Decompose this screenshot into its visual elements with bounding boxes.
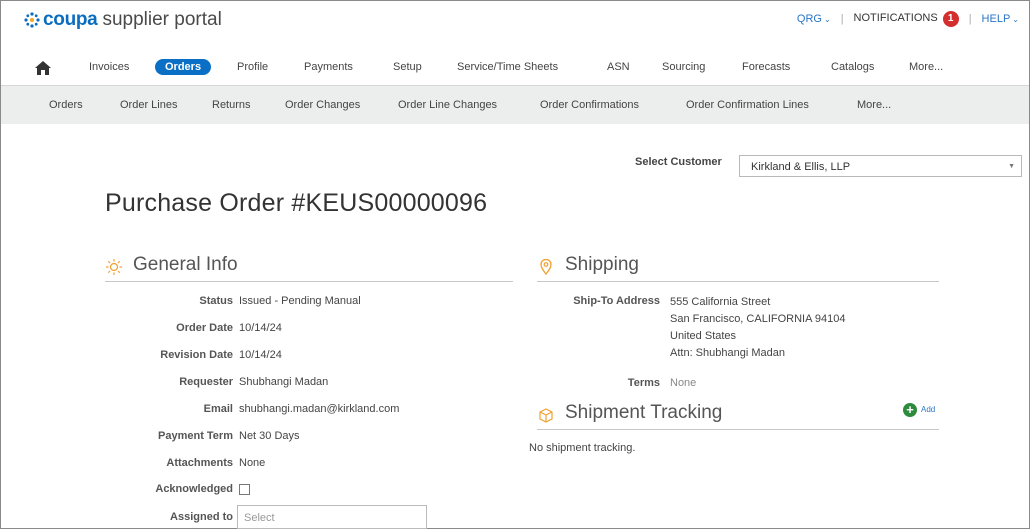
address-line: Attn: Shubhangi Madan xyxy=(670,347,785,359)
order-date-value: 10/14/24 xyxy=(239,322,282,334)
tab-sourcing[interactable]: Sourcing xyxy=(662,61,705,73)
acknowledged-label: Acknowledged xyxy=(155,483,233,495)
subtab-orders[interactable]: Orders xyxy=(49,99,83,111)
shipment-tracking-header: Shipment Tracking xyxy=(537,399,939,430)
chevron-down-icon: ⌄ xyxy=(823,15,831,24)
section-title: General Info xyxy=(133,254,238,275)
top-right-menu: QRG ⌄ | NOTIFICATIONS 1 | HELP ⌄ xyxy=(797,11,1019,27)
ship-to-address: 555 California Street San Francisco, CAL… xyxy=(670,294,845,362)
tab-invoices[interactable]: Invoices xyxy=(89,61,129,73)
tab-forecasts[interactable]: Forecasts xyxy=(742,61,790,73)
package-icon xyxy=(539,408,553,423)
payment-term-value: Net 30 Days xyxy=(239,430,300,442)
subtab-order-changes[interactable]: Order Changes xyxy=(285,99,360,111)
customer-value: Kirkland & Ellis, LLP xyxy=(751,161,851,173)
add-tracking-link[interactable]: Add xyxy=(921,405,935,414)
portal-name: supplier portal xyxy=(102,9,222,30)
coupa-logo[interactable]: coupa supplier portal xyxy=(23,9,222,31)
coupa-flower-icon xyxy=(24,12,40,28)
sun-icon xyxy=(106,259,122,275)
page-title: Purchase Order #KEUS00000096 xyxy=(105,189,488,217)
subtab-order-lines[interactable]: Order Lines xyxy=(120,99,177,111)
select-customer-label: Select Customer xyxy=(635,156,722,168)
requester-value: Shubhangi Madan xyxy=(239,376,329,388)
payment-term-label: Payment Term xyxy=(158,430,233,442)
divider: | xyxy=(840,13,844,25)
subtab-returns[interactable]: Returns xyxy=(212,99,251,111)
assigned-to-label: Assigned to xyxy=(170,511,233,523)
top-header: coupa supplier portal QRG ⌄ | NOTIFICATIO… xyxy=(1,1,1029,51)
tab-payments[interactable]: Payments xyxy=(304,61,353,73)
tab-service-time-sheets[interactable]: Service/Time Sheets xyxy=(457,61,558,73)
section-title: Shipping xyxy=(565,254,639,275)
shipping-header: Shipping xyxy=(537,251,939,282)
order-date-label: Order Date xyxy=(176,322,233,334)
requester-label: Requester xyxy=(179,376,233,388)
qrg-label: QRG xyxy=(796,13,822,25)
revision-date-value: 10/14/24 xyxy=(239,349,282,361)
notifications-link[interactable]: NOTIFICATIONS 1 xyxy=(854,11,959,27)
notification-badge: 1 xyxy=(942,11,959,27)
subtab-order-line-changes[interactable]: Order Line Changes xyxy=(398,99,497,111)
acknowledged-checkbox[interactable] xyxy=(239,484,250,495)
add-icon[interactable]: + xyxy=(903,403,917,417)
notifications-label: NOTIFICATIONS xyxy=(853,12,938,24)
main-nav: Invoices Orders Profile Payments Setup S… xyxy=(1,53,1029,85)
status-value: Issued - Pending Manual xyxy=(239,295,361,307)
assigned-to-placeholder: Select xyxy=(244,512,275,524)
divider: | xyxy=(968,13,972,25)
location-pin-icon xyxy=(540,258,552,276)
home-icon[interactable] xyxy=(34,60,52,76)
brand-name: coupa xyxy=(43,9,98,30)
address-line: United States xyxy=(670,330,737,342)
tab-asn[interactable]: ASN xyxy=(607,61,630,73)
customer-select[interactable]: Kirkland & Ellis, LLP ▼ xyxy=(739,155,1022,177)
status-label: Status xyxy=(199,295,233,307)
address-line: 555 California Street xyxy=(670,296,771,308)
tab-profile[interactable]: Profile xyxy=(237,61,268,73)
general-info-header: General Info xyxy=(105,251,513,282)
assigned-to-input[interactable]: Select xyxy=(237,505,427,529)
terms-label: Terms xyxy=(627,377,660,389)
help-label: HELP xyxy=(981,13,1011,25)
qrg-menu[interactable]: QRG ⌄ xyxy=(797,13,831,25)
chevron-down-icon: ⌄ xyxy=(1012,15,1019,24)
ship-to-label: Ship-To Address xyxy=(573,295,660,307)
tab-catalogs[interactable]: Catalogs xyxy=(831,61,874,73)
email-value: shubhangi.madan@kirkland.com xyxy=(239,403,400,415)
chevron-down-icon: ▼ xyxy=(1008,163,1015,170)
attachments-label: Attachments xyxy=(166,457,233,469)
subtab-order-confirmations[interactable]: Order Confirmations xyxy=(540,99,639,111)
subtab-order-confirmation-lines[interactable]: Order Confirmation Lines xyxy=(686,99,809,111)
tab-more[interactable]: More... xyxy=(909,61,943,73)
tab-setup[interactable]: Setup xyxy=(393,61,422,73)
revision-date-label: Revision Date xyxy=(160,349,233,361)
help-menu[interactable]: HELP ⌄ xyxy=(982,13,1019,25)
attachments-value: None xyxy=(239,457,266,469)
no-tracking-text: No shipment tracking. xyxy=(529,442,636,454)
sub-nav: Orders Order Lines Returns Order Changes… xyxy=(1,85,1029,124)
tab-orders[interactable]: Orders xyxy=(155,59,212,75)
terms-value: None xyxy=(670,377,697,389)
subtab-more[interactable]: More... xyxy=(857,99,891,111)
email-label: Email xyxy=(203,403,233,415)
address-line: San Francisco, CALIFORNIA 94104 xyxy=(670,313,846,325)
section-title: Shipment Tracking xyxy=(565,402,723,423)
